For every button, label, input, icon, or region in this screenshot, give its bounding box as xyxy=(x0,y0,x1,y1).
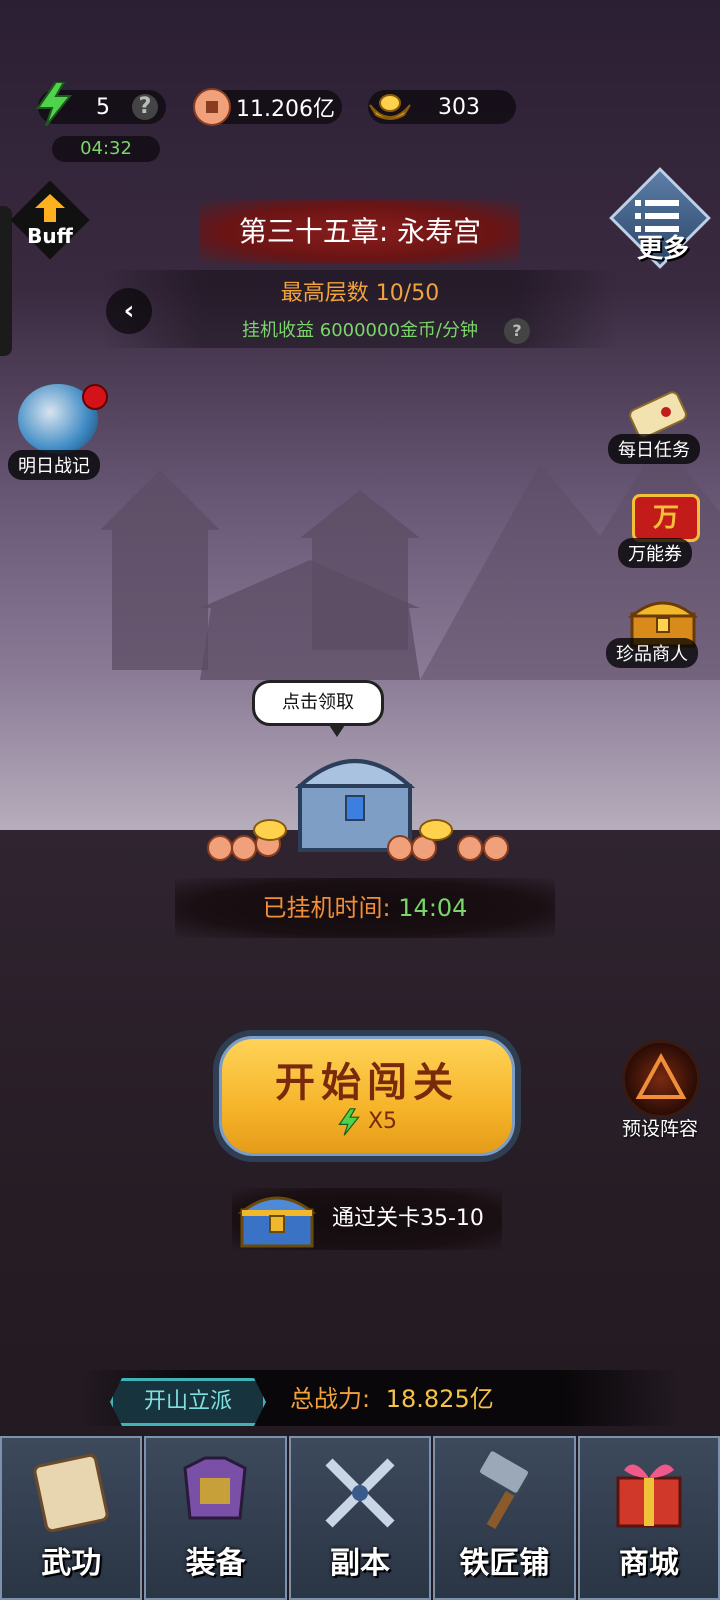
prev-chapter-button[interactable]: ‹ xyxy=(106,288,152,334)
coins-value: 11.206亿 xyxy=(236,97,335,122)
start-challenge-label: 开始闯关 xyxy=(275,1059,459,1106)
ticket-icon: 万 xyxy=(632,494,700,542)
blue-chest-icon xyxy=(238,1196,316,1248)
energy-help-icon[interactable]: ? xyxy=(132,94,158,120)
nav-martial-arts-label: 武功 xyxy=(41,1546,102,1581)
idle-time-value: 14:04 xyxy=(398,894,468,922)
bottom-nav: 武功 装备 副本 铁匠铺 商城 xyxy=(0,1436,720,1600)
total-power-value: 18.825亿 xyxy=(385,1385,494,1413)
daily-tasks-label: 每日任务 xyxy=(608,434,700,464)
rare-merchant-button[interactable]: 珍品商人 xyxy=(604,596,718,676)
preset-lineup-label: 预设阵容 xyxy=(621,1118,698,1140)
gift-box-icon xyxy=(616,1464,682,1528)
lightning-icon xyxy=(338,1108,360,1136)
start-challenge-cost: X5 xyxy=(219,1108,515,1136)
nav-dungeon[interactable]: 副本 xyxy=(288,1436,432,1600)
found-sect-button[interactable]: 开山立派 xyxy=(110,1378,266,1426)
total-power-label: 总战力: xyxy=(290,1385,371,1413)
universal-ticket-label: 万能券 xyxy=(618,538,692,568)
buff-label: Buff xyxy=(27,224,73,248)
crossed-swords-icon xyxy=(325,1458,395,1528)
scroll-icon xyxy=(33,1453,109,1533)
tomorrow-battle-log-label: 明日战记 xyxy=(8,450,100,480)
universal-ticket-button[interactable]: 万 万能券 xyxy=(604,494,714,574)
nav-blacksmith-label: 铁匠铺 xyxy=(459,1546,550,1581)
gold-ingot-icon xyxy=(369,94,411,120)
preset-lineup-button[interactable]: 预设阵容 xyxy=(608,1040,712,1140)
stage-reward-text: 通过关卡35-10 xyxy=(332,1206,484,1231)
coin-pile-icon xyxy=(207,819,509,861)
side-drawer-handle[interactable] xyxy=(0,206,12,356)
daily-tasks-button[interactable]: 每日任务 xyxy=(604,390,714,472)
nav-blacksmith[interactable]: 铁匠铺 xyxy=(433,1436,576,1600)
coins-pill[interactable]: 11.206亿 xyxy=(193,88,342,126)
idle-reward-chest[interactable] xyxy=(200,736,520,866)
stage-reward-bar[interactable]: 通过关卡35-10 xyxy=(232,1188,502,1250)
idle-time-label: 已挂机时间: xyxy=(262,894,391,922)
tower-silhouette xyxy=(300,490,420,650)
gold-value: 303 xyxy=(438,94,480,120)
idle-income: 挂机收益 6000000金币/分钟 xyxy=(242,320,478,341)
claim-bubble[interactable]: 点击领取 xyxy=(252,680,384,737)
energy-value: 5 xyxy=(96,94,110,120)
gold-pill[interactable]: 303 xyxy=(368,90,516,124)
idle-time-bar: 已挂机时间: 14:04 xyxy=(175,878,555,938)
nav-equipment[interactable]: 装备 xyxy=(144,1436,287,1600)
more-label: 更多 xyxy=(636,234,689,264)
armor-icon xyxy=(183,1456,248,1520)
energy-pill[interactable]: 5 ? xyxy=(36,82,166,126)
income-help-icon[interactable]: ? xyxy=(504,318,530,344)
nav-dungeon-label: 副本 xyxy=(330,1546,391,1581)
chapter-title: 第三十五章: 永寿宫 xyxy=(200,200,520,264)
copper-coin-icon xyxy=(193,88,231,126)
lightning-icon xyxy=(36,82,73,126)
total-power: 总战力: 18.825亿 xyxy=(290,1378,494,1420)
start-cost-value: X5 xyxy=(367,1109,398,1134)
tomorrow-battle-log-button[interactable]: 明日战记 xyxy=(8,384,112,480)
energy-timer: 04:32 xyxy=(52,136,160,162)
more-button[interactable]: 更多 xyxy=(608,167,711,270)
rare-merchant-label: 珍品商人 xyxy=(606,638,698,668)
highest-floor: 最高层数 10/50 xyxy=(280,281,440,306)
nav-shop-label: 商城 xyxy=(618,1546,679,1581)
lineup-emblem-icon xyxy=(622,1040,700,1118)
buff-button[interactable]: Buff xyxy=(10,180,90,260)
hammer-icon xyxy=(477,1448,532,1530)
start-challenge-button[interactable]: 开始闯关 X5 xyxy=(213,1030,521,1162)
nav-equipment-label: 装备 xyxy=(185,1546,246,1581)
notification-dot xyxy=(82,384,108,410)
ticket-icon-text: 万 xyxy=(652,503,679,533)
chevron-left-icon: ‹ xyxy=(123,296,135,326)
up-arrow-icon xyxy=(35,194,65,222)
nav-shop[interactable]: 商城 xyxy=(577,1436,720,1600)
pagoda-silhouette xyxy=(100,470,220,670)
nav-martial-arts[interactable]: 武功 xyxy=(0,1436,143,1600)
